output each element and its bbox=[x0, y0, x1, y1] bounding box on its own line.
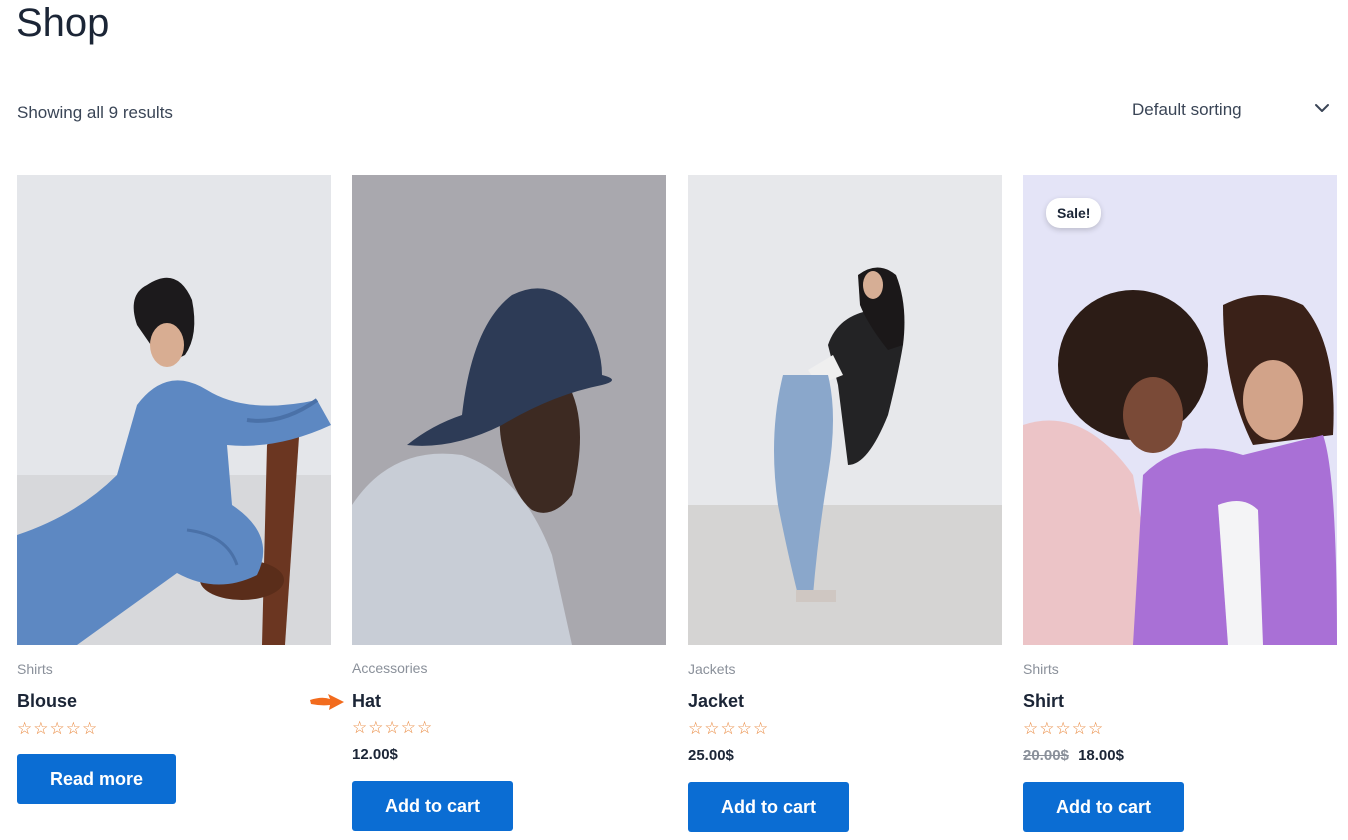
star-rating: ☆ ☆ ☆ ☆ ☆ bbox=[688, 720, 768, 738]
star-empty-icon: ☆ bbox=[417, 718, 433, 737]
product-photo bbox=[17, 175, 331, 645]
star-empty-icon: ☆ bbox=[17, 719, 33, 738]
star-empty-icon: ☆ bbox=[1023, 719, 1039, 738]
product-image[interactable] bbox=[688, 175, 1002, 645]
star-empty-icon: ☆ bbox=[1071, 719, 1087, 738]
sorting-label: Default sorting bbox=[1132, 100, 1242, 119]
star-empty-icon: ☆ bbox=[400, 718, 416, 737]
product-price: 20.00$ 18.00$ bbox=[1023, 747, 1124, 764]
price-current: 25.00$ bbox=[688, 747, 734, 764]
star-empty-icon: ☆ bbox=[33, 719, 49, 738]
star-rating: ☆ ☆ ☆ ☆ ☆ bbox=[352, 719, 432, 737]
product-card-hat: Accessories Hat ☆ ☆ ☆ ☆ ☆ 12.00$ Add to … bbox=[352, 175, 666, 840]
product-title[interactable]: Jacket bbox=[688, 691, 744, 712]
product-category[interactable]: Accessories bbox=[352, 660, 427, 676]
product-image[interactable] bbox=[17, 175, 331, 645]
price-original: 20.00$ bbox=[1023, 747, 1069, 764]
price-current: 12.00$ bbox=[352, 746, 398, 763]
product-card-blouse: Shirts Blouse ☆ ☆ ☆ ☆ ☆ Read more bbox=[17, 175, 331, 840]
product-photo bbox=[1023, 175, 1337, 645]
star-empty-icon: ☆ bbox=[704, 719, 720, 738]
product-image[interactable]: Sale! bbox=[1023, 175, 1337, 645]
star-empty-icon: ☆ bbox=[82, 719, 98, 738]
add-to-cart-button[interactable]: Add to cart bbox=[352, 781, 514, 831]
star-empty-icon: ☆ bbox=[736, 719, 752, 738]
product-photo bbox=[352, 175, 666, 645]
product-card-shirt: Sale! Shirts Shirt ☆ ☆ ☆ ☆ ☆ 20.00$ 18.0… bbox=[1023, 175, 1337, 840]
product-title[interactable]: Shirt bbox=[1023, 691, 1064, 712]
add-to-cart-button[interactable]: Add to cart bbox=[1023, 782, 1185, 832]
product-category[interactable]: Jackets bbox=[688, 661, 735, 677]
sorting-select[interactable]: Default sorting bbox=[1132, 96, 1338, 124]
result-count: Showing all 9 results bbox=[17, 103, 173, 122]
product-price: 12.00$ bbox=[352, 746, 398, 763]
star-empty-icon: ☆ bbox=[49, 719, 65, 738]
star-empty-icon: ☆ bbox=[1055, 719, 1071, 738]
chevron-down-icon bbox=[1315, 104, 1329, 112]
product-card-jacket: Jackets Jacket ☆ ☆ ☆ ☆ ☆ 25.00$ Add to c… bbox=[688, 175, 1002, 840]
read-more-button[interactable]: Read more bbox=[17, 754, 177, 804]
product-category[interactable]: Shirts bbox=[1023, 661, 1059, 677]
product-price: 25.00$ bbox=[688, 747, 734, 764]
add-to-cart-button[interactable]: Add to cart bbox=[688, 782, 850, 832]
product-category[interactable]: Shirts bbox=[17, 661, 53, 677]
sale-badge: Sale! bbox=[1046, 198, 1102, 228]
star-empty-icon: ☆ bbox=[1088, 719, 1104, 738]
product-photo bbox=[688, 175, 1002, 645]
star-empty-icon: ☆ bbox=[720, 719, 736, 738]
price-current: 18.00$ bbox=[1078, 747, 1124, 764]
star-empty-icon: ☆ bbox=[352, 718, 368, 737]
star-empty-icon: ☆ bbox=[753, 719, 769, 738]
star-empty-icon: ☆ bbox=[65, 719, 81, 738]
star-empty-icon: ☆ bbox=[688, 719, 704, 738]
page-title: Shop bbox=[16, 1, 110, 45]
arrow-right-icon bbox=[310, 694, 344, 710]
star-empty-icon: ☆ bbox=[1039, 719, 1055, 738]
product-title[interactable]: Blouse bbox=[17, 691, 77, 712]
star-rating: ☆ ☆ ☆ ☆ ☆ bbox=[17, 720, 97, 738]
star-empty-icon: ☆ bbox=[384, 718, 400, 737]
star-empty-icon: ☆ bbox=[368, 718, 384, 737]
star-rating: ☆ ☆ ☆ ☆ ☆ bbox=[1023, 720, 1103, 738]
product-title[interactable]: Hat bbox=[352, 691, 381, 712]
product-image[interactable] bbox=[352, 175, 666, 645]
